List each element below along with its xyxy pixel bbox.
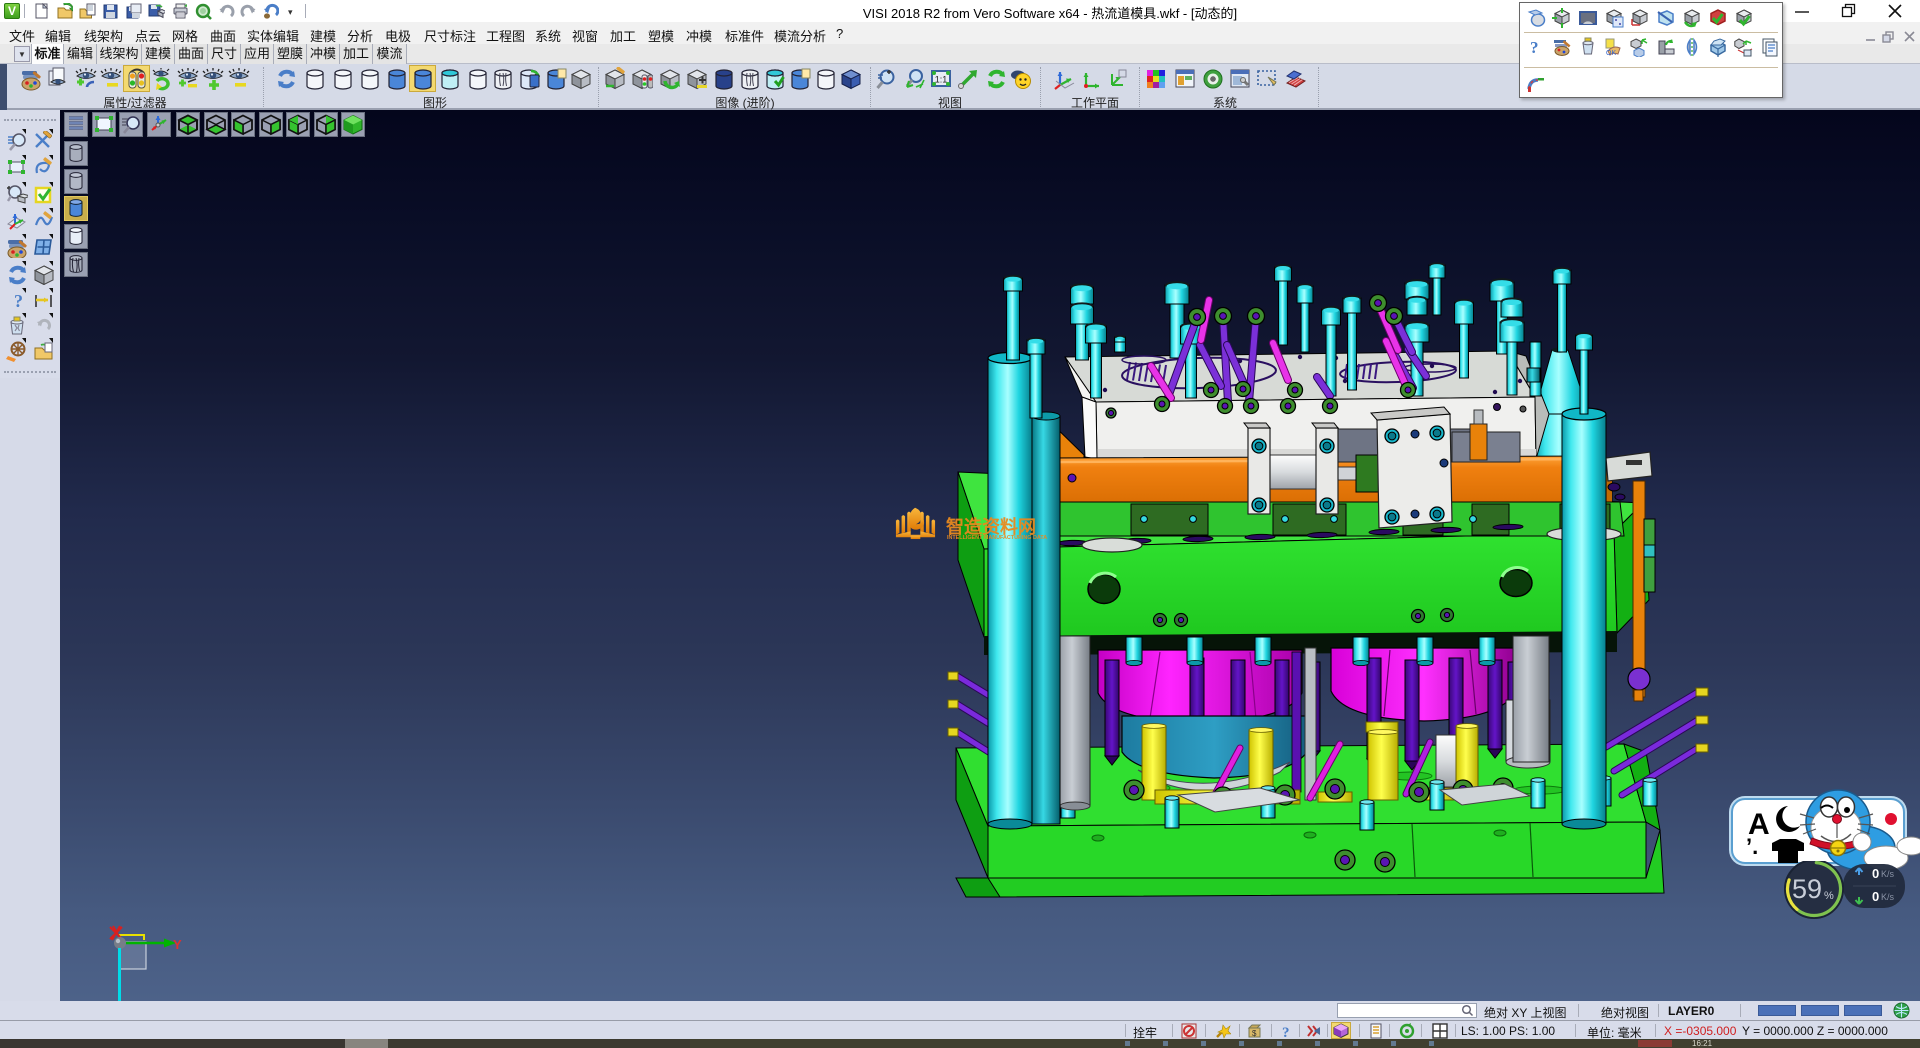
svg-text:?: ? xyxy=(1282,1025,1290,1039)
svg-text:?: ? xyxy=(14,291,23,311)
svg-text:Y: Y xyxy=(173,937,182,952)
svg-text:?: ? xyxy=(1530,38,1539,57)
svg-text:K/s: K/s xyxy=(1881,892,1895,902)
svg-text:0: 0 xyxy=(1872,889,1879,904)
svg-text:0: 0 xyxy=(1872,866,1879,881)
svg-text:%: % xyxy=(1824,890,1834,902)
svg-text:$: $ xyxy=(1252,1029,1257,1038)
svg-text:1:1: 1:1 xyxy=(935,75,948,85)
svg-text:59: 59 xyxy=(1792,874,1822,904)
svg-text:’.: ’. xyxy=(1746,834,1758,859)
svg-text:OK: OK xyxy=(1606,50,1616,57)
svg-text:K/s: K/s xyxy=(1881,869,1895,879)
